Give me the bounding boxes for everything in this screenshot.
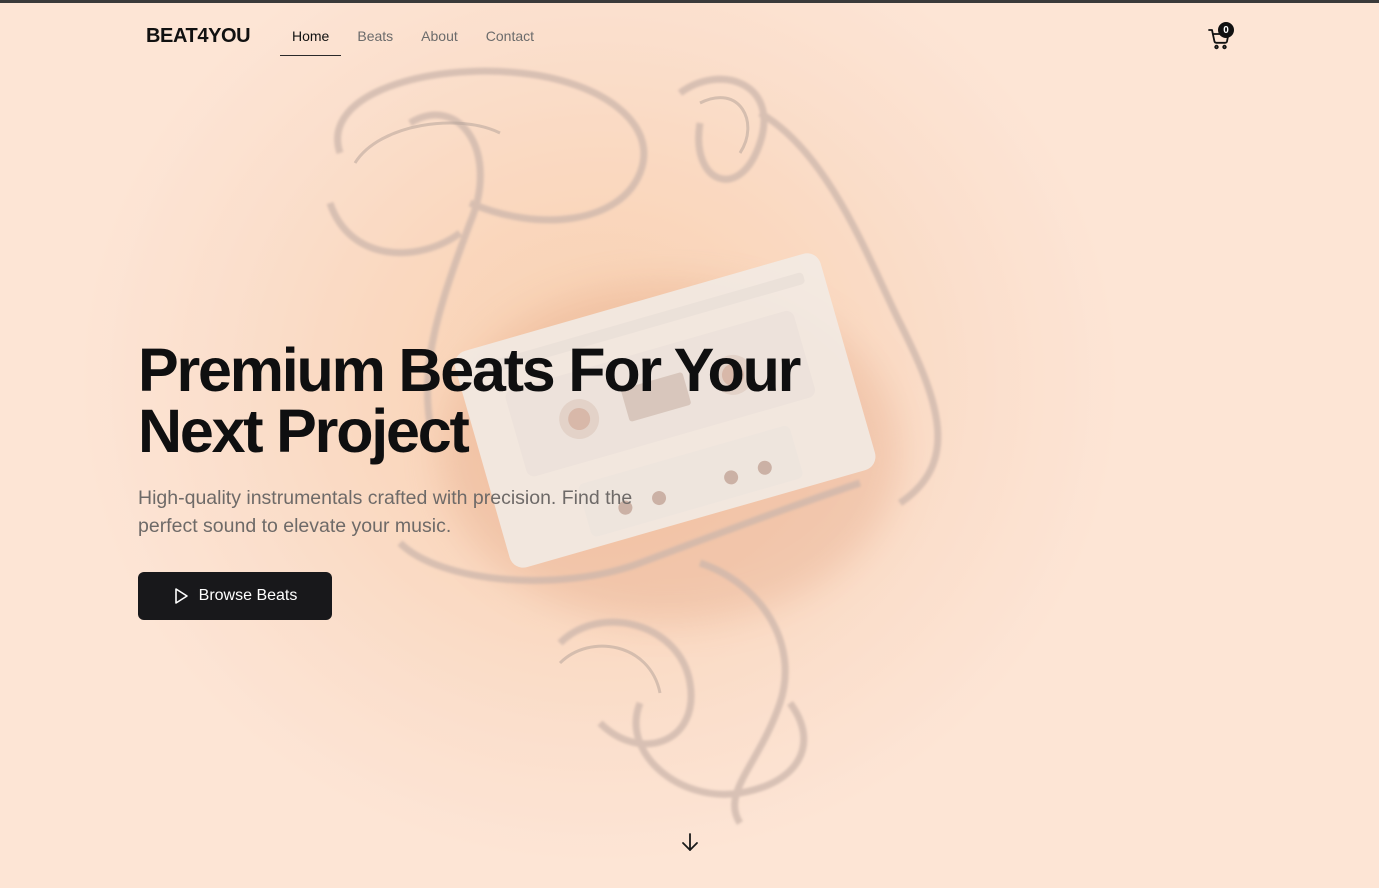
- cart-count-badge: 0: [1218, 22, 1234, 38]
- nav-item-beats[interactable]: Beats: [345, 21, 405, 54]
- site-logo[interactable]: BEAT4YOU: [146, 25, 251, 48]
- hero-subtitle-line-2: perfect sound to elevate your music.: [138, 515, 452, 537]
- nav-item-about[interactable]: About: [409, 21, 470, 54]
- hero-subtitle: High-quality instrumentals crafted with …: [138, 484, 698, 540]
- nav-item-home[interactable]: Home: [280, 21, 342, 56]
- hero-title: Premium Beats For Your Next Project: [138, 340, 838, 462]
- hero-title-line-1: Premium Beats For Your: [138, 336, 801, 404]
- nav-item-contact[interactable]: Contact: [474, 21, 546, 54]
- arrow-down-icon[interactable]: [679, 831, 701, 853]
- hero-subtitle-line-1: High-quality instrumentals crafted with …: [138, 487, 633, 509]
- main-nav: Home Beats About Contact: [280, 21, 546, 56]
- site-header: BEAT4YOU Home Beats About Contact 0: [0, 3, 1379, 65]
- play-icon: [173, 587, 189, 605]
- browse-beats-label: Browse Beats: [198, 587, 298, 604]
- browse-beats-button[interactable]: Browse Beats: [138, 572, 332, 620]
- hero-title-line-2: Next Project: [138, 397, 470, 465]
